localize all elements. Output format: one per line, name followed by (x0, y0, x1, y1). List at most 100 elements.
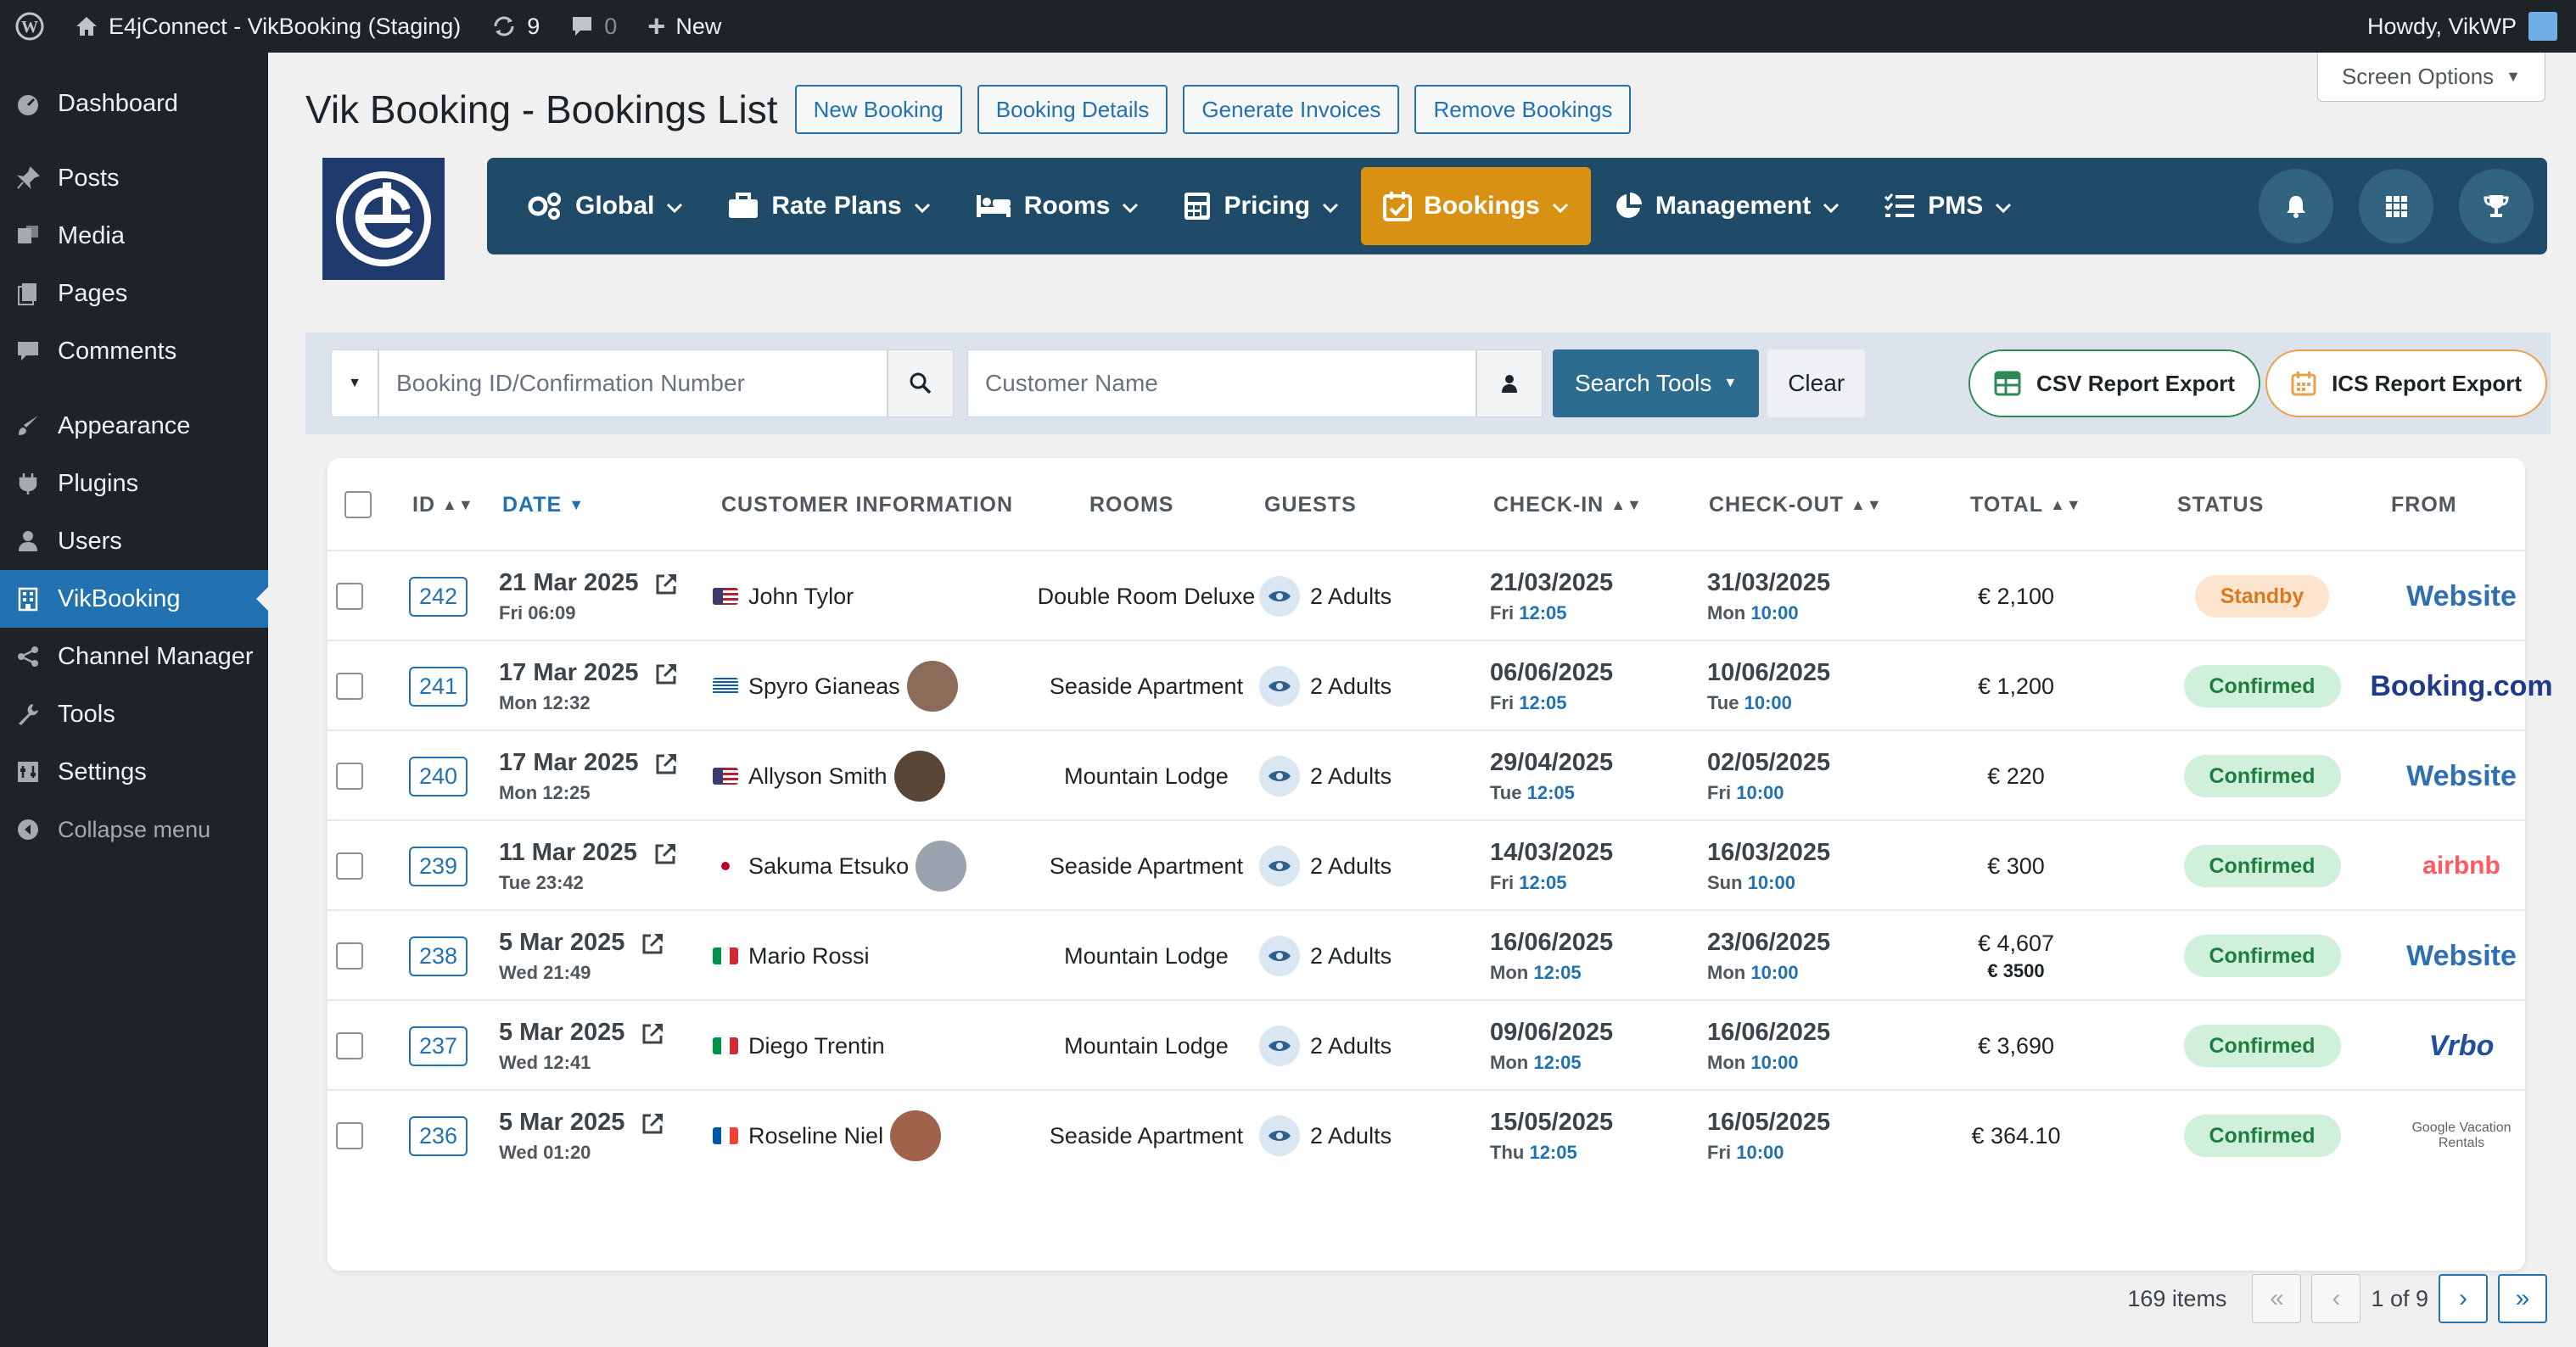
achievements-button[interactable] (2459, 169, 2534, 243)
checkout-day: Sun (1707, 871, 1743, 893)
search-tools-button[interactable]: Search Tools ▼ (1553, 349, 1760, 417)
row-checkbox[interactable] (336, 583, 363, 610)
row-checkbox[interactable] (336, 673, 363, 700)
notifications-button[interactable] (2259, 169, 2333, 243)
sort-id[interactable]: ID ▲▼ (412, 458, 474, 551)
wordpress-logo[interactable]: W (0, 0, 59, 53)
external-link-icon[interactable] (640, 1111, 665, 1143)
generate-invoices-button[interactable]: Generate Invoices (1183, 85, 1400, 134)
eye-icon[interactable] (1259, 1026, 1300, 1066)
table-row[interactable]: 242 21 Mar 2025 Fri 06:09 John Tylor Double … (328, 551, 2525, 641)
room-cell: Mountain Lodge (998, 911, 1295, 1001)
customer-search-button[interactable] (1476, 349, 1543, 417)
filter-dropdown-toggle[interactable]: ▼ (331, 349, 378, 417)
nav-rate-plans[interactable]: Rate Plans (705, 167, 952, 245)
menu-pages[interactable]: Pages (0, 265, 268, 322)
calendar-check-icon (1383, 192, 1413, 221)
sort-checkout[interactable]: CHECK-OUT ▲▼ (1709, 458, 1883, 551)
csv-export-button[interactable]: CSV Report Export (1968, 349, 2261, 417)
menu-channel-manager[interactable]: Channel Manager (0, 628, 268, 685)
row-checkbox[interactable] (336, 763, 363, 790)
sort-total[interactable]: TOTAL ▲▼ (1970, 458, 2082, 551)
account-menu[interactable]: Howdy, VikWP (2367, 12, 2576, 41)
menu-media[interactable]: Media (0, 207, 268, 265)
booking-id-link[interactable]: 238 (409, 936, 468, 976)
booking-id-link[interactable]: 242 (409, 576, 468, 617)
collapse-menu[interactable]: Collapse menu (0, 801, 268, 858)
page-icon (12, 277, 44, 310)
source-cell: Google Vacation Rentals (2398, 1091, 2525, 1181)
row-checkbox[interactable] (336, 852, 363, 880)
external-link-icon[interactable] (640, 1021, 665, 1053)
new-booking-button[interactable]: New Booking (794, 85, 962, 134)
comments-link[interactable]: 0 (555, 0, 632, 53)
nav-management[interactable]: Management (1591, 167, 1862, 245)
last-page-button[interactable]: » (2498, 1274, 2547, 1323)
menu-posts[interactable]: Posts (0, 149, 268, 207)
nav-global[interactable]: Global (504, 167, 705, 245)
select-all-checkbox[interactable] (344, 491, 372, 518)
nav-bookings[interactable]: Bookings (1361, 167, 1591, 245)
external-link-icon[interactable] (653, 662, 679, 693)
updates-link[interactable]: 9 (476, 0, 555, 53)
menu-appearance[interactable]: Appearance (0, 397, 268, 455)
customer-name[interactable]: Mario Rossi (748, 943, 870, 970)
first-page-button[interactable]: « (2252, 1274, 2302, 1323)
customer-name[interactable]: Diego Trentin (748, 1033, 885, 1059)
customer-name[interactable]: Allyson Smith (748, 763, 888, 790)
nav-rooms[interactable]: Rooms (953, 167, 1162, 245)
table-row[interactable]: 237 5 Mar 2025 Wed 12:41 Diego Trentin Mount… (328, 1001, 2525, 1091)
new-content-link[interactable]: + New (632, 0, 736, 53)
customer-name[interactable]: Spyro Gianeas (748, 674, 900, 700)
customer-name-input[interactable]: Customer Name (967, 349, 1476, 417)
booking-id-link[interactable]: 240 (409, 756, 468, 796)
apps-grid-button[interactable] (2359, 169, 2433, 243)
menu-comments[interactable]: Comments (0, 322, 268, 380)
sort-date[interactable]: DATE ▼ (502, 458, 585, 551)
next-page-button[interactable]: › (2439, 1274, 2488, 1323)
row-checkbox[interactable] (336, 1032, 363, 1059)
eye-icon[interactable] (1259, 1115, 1300, 1156)
table-row[interactable]: 241 17 Mar 2025 Mon 12:32 Spyro Gianeas Seas… (328, 641, 2553, 731)
screen-options-button[interactable]: Screen Options ▼ (2316, 53, 2545, 102)
sort-checkin[interactable]: CHECK-IN ▲▼ (1493, 458, 1643, 551)
table-row[interactable]: 240 17 Mar 2025 Mon 12:25 Allyson Smith Moun… (328, 731, 2525, 821)
table-row[interactable]: 238 5 Mar 2025 Wed 21:49 Mario Rossi Mountai… (328, 911, 2525, 1001)
eye-icon[interactable] (1259, 936, 1300, 976)
booking-id-link[interactable]: 241 (409, 666, 468, 707)
booking-id-input[interactable]: Booking ID/Confirmation Number (378, 349, 888, 417)
external-link-icon[interactable] (653, 752, 679, 783)
site-name-link[interactable]: E4jConnect - VikBooking (Staging) (59, 0, 476, 53)
menu-users[interactable]: Users (0, 512, 268, 570)
nav-pricing[interactable]: Pricing (1161, 167, 1361, 245)
eye-icon[interactable] (1259, 576, 1300, 617)
ics-export-button[interactable]: ICS Report Export (2265, 349, 2547, 417)
menu-tools[interactable]: Tools (0, 685, 268, 743)
booking-id-link[interactable]: 239 (409, 846, 468, 886)
nav-pms[interactable]: PMS (1862, 167, 2034, 245)
booking-id-link[interactable]: 237 (409, 1026, 468, 1066)
menu-vikbooking[interactable]: VikBooking (0, 570, 268, 628)
row-checkbox[interactable] (336, 1122, 363, 1149)
booking-details-button[interactable]: Booking Details (977, 85, 1168, 134)
menu-plugins[interactable]: Plugins (0, 455, 268, 512)
eye-icon[interactable] (1259, 756, 1300, 796)
external-link-icon[interactable] (652, 841, 678, 873)
clear-button[interactable]: Clear (1767, 349, 1866, 417)
menu-dashboard[interactable]: Dashboard (0, 75, 268, 132)
external-link-icon[interactable] (640, 931, 665, 963)
remove-bookings-button[interactable]: Remove Bookings (1414, 85, 1632, 134)
eye-icon[interactable] (1259, 666, 1300, 707)
table-row[interactable]: 236 5 Mar 2025 Wed 01:20 Roseline Niel Seasi… (328, 1091, 2525, 1181)
table-row[interactable]: 239 11 Mar 2025 Tue 23:42 Sakuma Etsuko Seas… (328, 821, 2525, 911)
booking-search-button[interactable] (888, 349, 954, 417)
customer-name[interactable]: Sakuma Etsuko (748, 853, 909, 880)
booking-id-link[interactable]: 236 (409, 1115, 468, 1156)
prev-page-button[interactable]: ‹ (2311, 1274, 2361, 1323)
menu-settings[interactable]: Settings (0, 743, 268, 801)
external-link-icon[interactable] (653, 572, 679, 603)
customer-name[interactable]: Roseline Niel (748, 1123, 883, 1149)
customer-name[interactable]: John Tylor (748, 584, 854, 610)
row-checkbox[interactable] (336, 942, 363, 970)
eye-icon[interactable] (1259, 846, 1300, 886)
